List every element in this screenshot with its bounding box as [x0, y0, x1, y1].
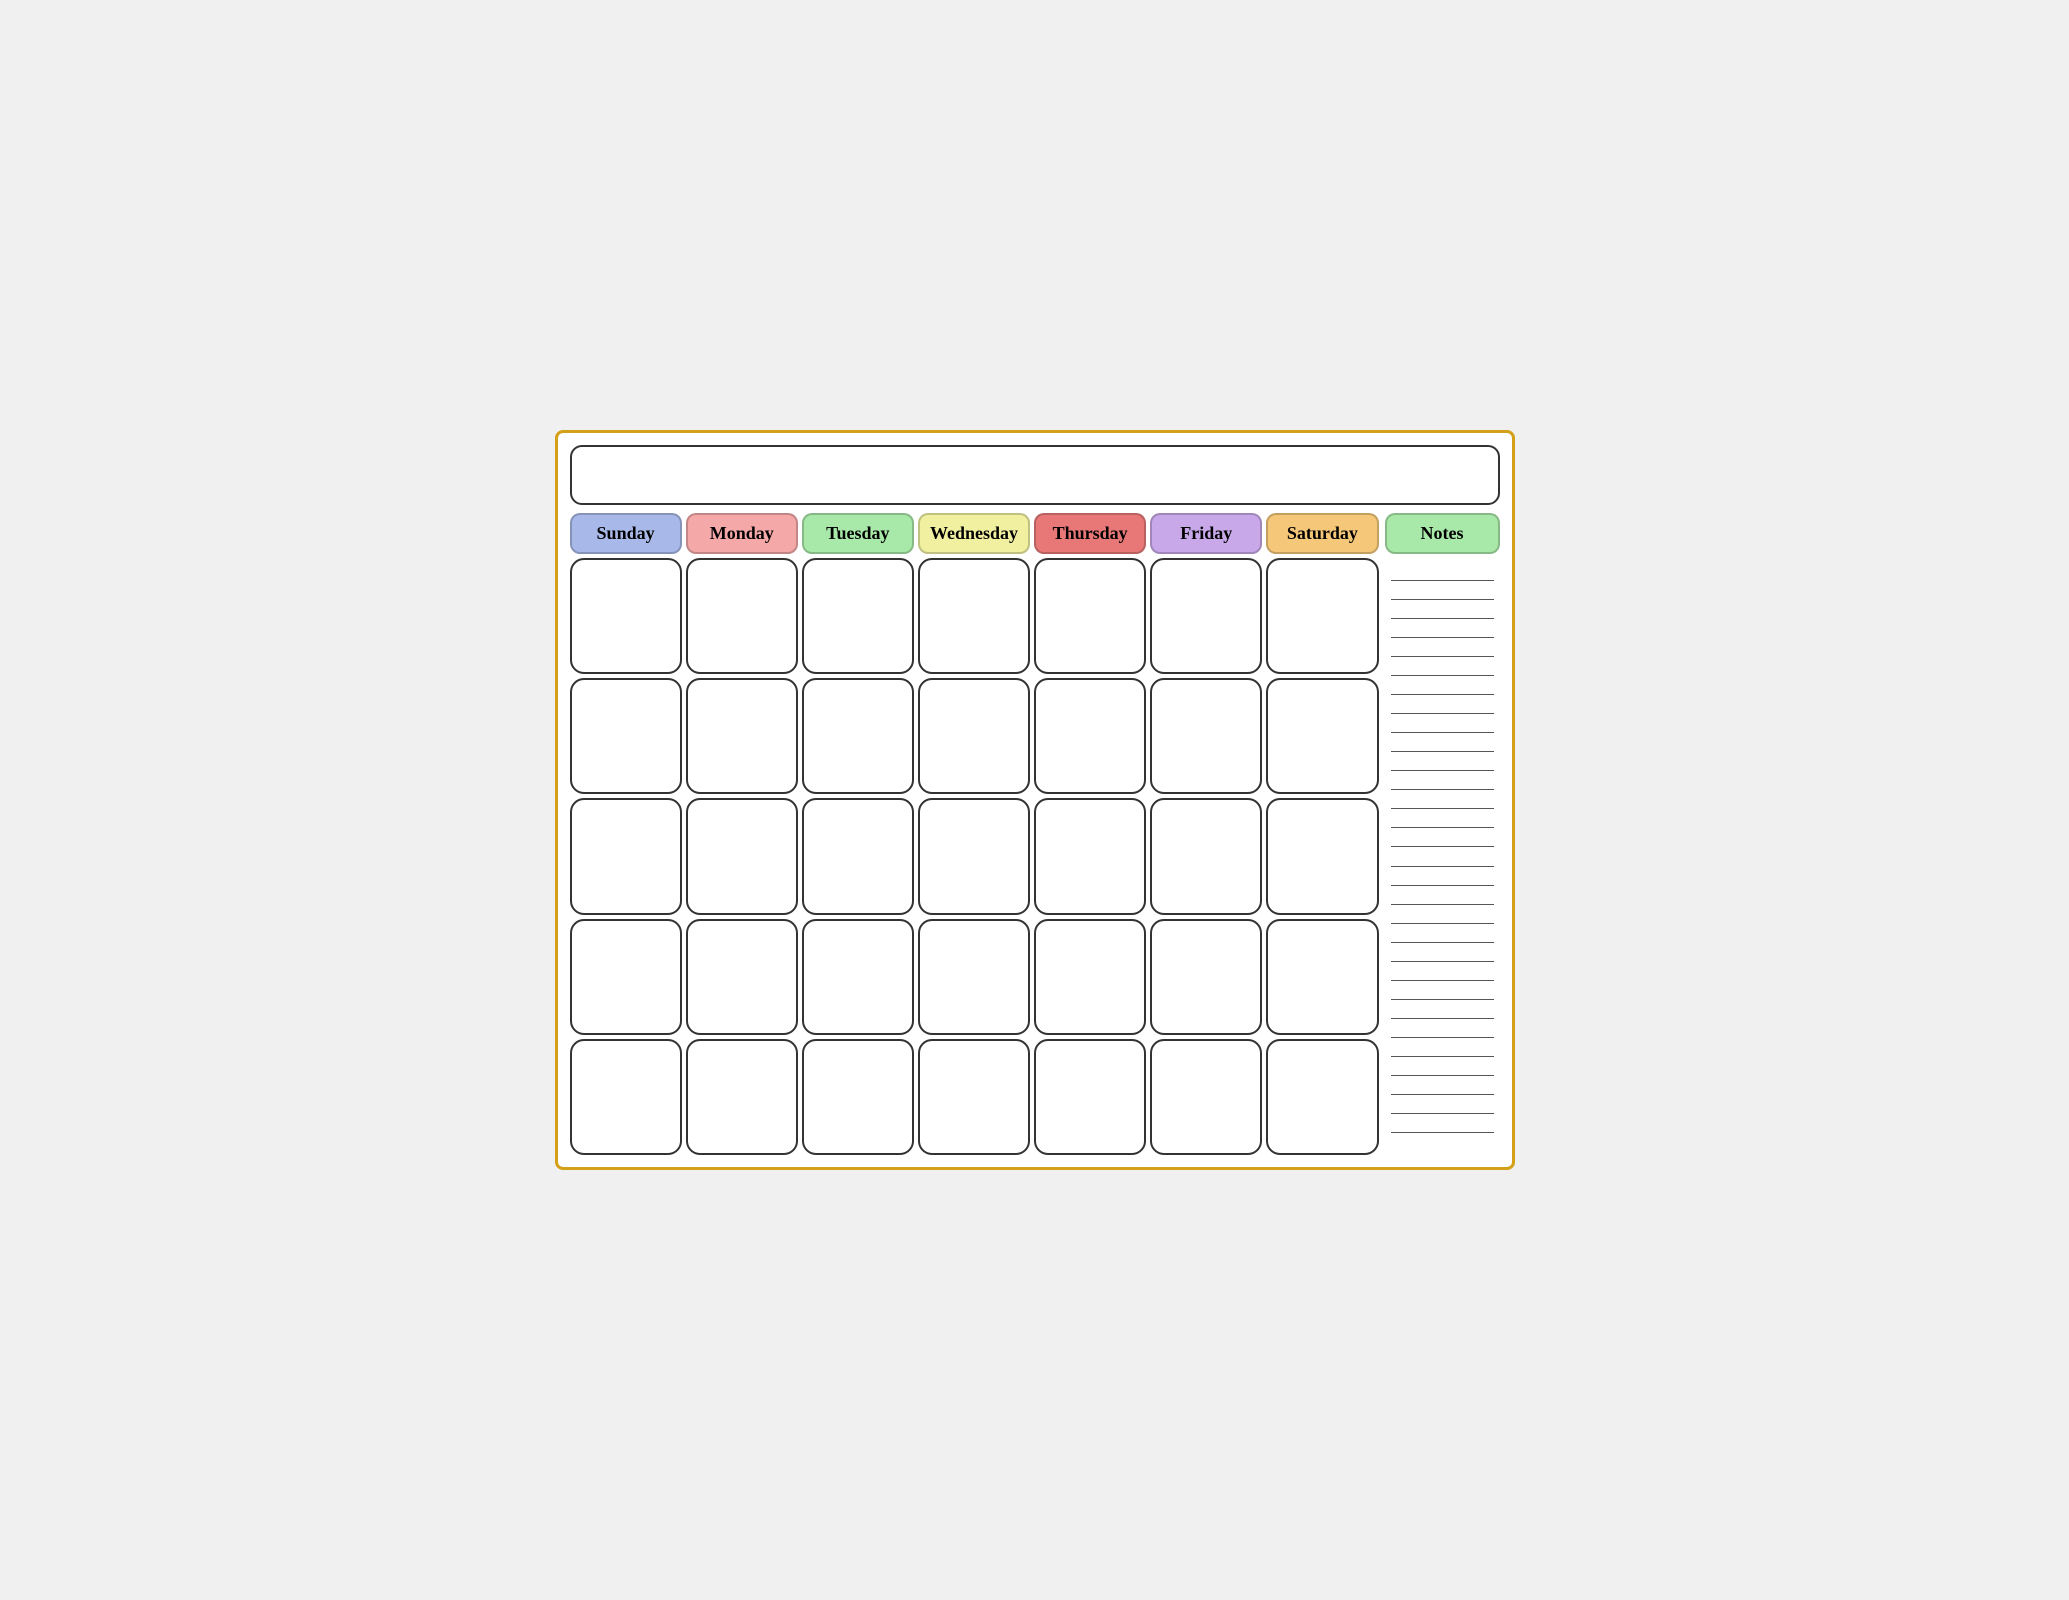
week-row-4 [570, 919, 1379, 1035]
header-saturday: Saturday [1266, 513, 1378, 554]
cell-4-1[interactable] [570, 919, 682, 1035]
header-row: Sunday Monday Tuesday Wednesday Thursday… [570, 513, 1379, 554]
notes-line [1391, 846, 1494, 847]
notes-line [1391, 1075, 1494, 1076]
calendar-wrapper: Sunday Monday Tuesday Wednesday Thursday… [570, 513, 1500, 1155]
calendar-main: Sunday Monday Tuesday Wednesday Thursday… [570, 513, 1379, 1155]
notes-line [1391, 1018, 1494, 1019]
notes-line [1391, 999, 1494, 1000]
cell-3-1[interactable] [570, 798, 682, 914]
notes-line [1391, 885, 1494, 886]
cell-3-5[interactable] [1034, 798, 1146, 914]
cell-4-6[interactable] [1150, 919, 1262, 1035]
cell-2-5[interactable] [1034, 678, 1146, 794]
notes-line [1391, 980, 1494, 981]
cell-2-3[interactable] [802, 678, 914, 794]
grid-rows [570, 558, 1379, 1155]
notes-line [1391, 751, 1494, 752]
cell-3-2[interactable] [686, 798, 798, 914]
cell-1-7[interactable] [1266, 558, 1378, 674]
cell-5-3[interactable] [802, 1039, 914, 1155]
notes-line [1391, 1113, 1494, 1114]
notes-section: Notes [1385, 513, 1500, 1155]
notes-header: Notes [1385, 513, 1500, 554]
notes-line [1391, 675, 1494, 676]
cell-3-4[interactable] [918, 798, 1030, 914]
cell-2-4[interactable] [918, 678, 1030, 794]
title-bar[interactable] [570, 445, 1500, 505]
cell-5-7[interactable] [1266, 1039, 1378, 1155]
notes-line [1391, 1037, 1494, 1038]
cell-4-4[interactable] [918, 919, 1030, 1035]
notes-line [1391, 961, 1494, 962]
cell-1-1[interactable] [570, 558, 682, 674]
notes-line [1391, 866, 1494, 867]
cell-4-2[interactable] [686, 919, 798, 1035]
notes-line [1391, 637, 1494, 638]
cell-4-7[interactable] [1266, 919, 1378, 1035]
header-sunday: Sunday [570, 513, 682, 554]
notes-line [1391, 942, 1494, 943]
cell-2-7[interactable] [1266, 678, 1378, 794]
calendar-page: Sunday Monday Tuesday Wednesday Thursday… [555, 430, 1515, 1170]
cell-3-3[interactable] [802, 798, 914, 914]
notes-line [1391, 732, 1494, 733]
notes-line [1391, 827, 1494, 828]
notes-line [1391, 789, 1494, 790]
notes-line [1391, 618, 1494, 619]
cell-5-2[interactable] [686, 1039, 798, 1155]
cell-4-5[interactable] [1034, 919, 1146, 1035]
week-row-1 [570, 558, 1379, 674]
notes-line [1391, 599, 1494, 600]
cell-4-3[interactable] [802, 919, 914, 1035]
header-friday: Friday [1150, 513, 1262, 554]
cell-1-4[interactable] [918, 558, 1030, 674]
cell-5-1[interactable] [570, 1039, 682, 1155]
notes-line [1391, 713, 1494, 714]
week-row-5 [570, 1039, 1379, 1155]
notes-line [1391, 904, 1494, 905]
notes-line [1391, 656, 1494, 657]
notes-line [1391, 1094, 1494, 1095]
cell-3-6[interactable] [1150, 798, 1262, 914]
cell-2-6[interactable] [1150, 678, 1262, 794]
header-thursday: Thursday [1034, 513, 1146, 554]
cell-5-5[interactable] [1034, 1039, 1146, 1155]
cell-2-1[interactable] [570, 678, 682, 794]
cell-5-4[interactable] [918, 1039, 1030, 1155]
cell-1-5[interactable] [1034, 558, 1146, 674]
week-row-3 [570, 798, 1379, 914]
cell-1-6[interactable] [1150, 558, 1262, 674]
notes-line [1391, 808, 1494, 809]
cell-2-2[interactable] [686, 678, 798, 794]
notes-line [1391, 923, 1494, 924]
notes-line [1391, 694, 1494, 695]
notes-line [1391, 770, 1494, 771]
notes-line [1391, 580, 1494, 581]
cell-1-3[interactable] [802, 558, 914, 674]
notes-line [1391, 1056, 1494, 1057]
cell-5-6[interactable] [1150, 1039, 1262, 1155]
notes-lines[interactable] [1385, 558, 1500, 1155]
cell-1-2[interactable] [686, 558, 798, 674]
header-tuesday: Tuesday [802, 513, 914, 554]
header-monday: Monday [686, 513, 798, 554]
header-wednesday: Wednesday [918, 513, 1030, 554]
cell-3-7[interactable] [1266, 798, 1378, 914]
notes-line [1391, 1132, 1494, 1133]
week-row-2 [570, 678, 1379, 794]
